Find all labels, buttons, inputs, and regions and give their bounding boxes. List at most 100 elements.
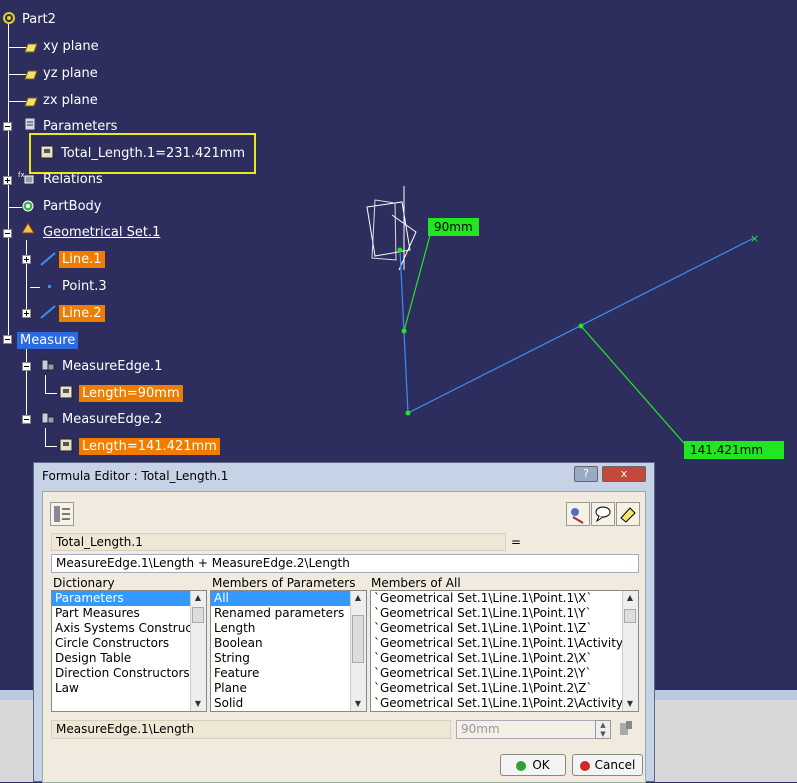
list-item[interactable]: Renamed parameters — [211, 606, 366, 621]
tree-item-measureedge2[interactable]: MeasureEdge.2 — [62, 412, 162, 427]
tree-connector — [45, 393, 57, 394]
formula-editor-dialog[interactable]: Formula Editor : Total_Length.1 ? x Tota… — [33, 462, 655, 783]
list-item[interactable]: `Geometrical Set.1\Line.1\Point.1\Z` — [371, 621, 638, 636]
list-item[interactable]: Feature — [211, 666, 366, 681]
collapse-parameters-toggle[interactable] — [3, 122, 12, 131]
tree-item-total-length[interactable]: Total_Length.1=231.421mm — [61, 146, 245, 161]
point-marker — [397, 247, 403, 253]
list-item[interactable]: Parameters — [52, 591, 206, 606]
tree-item-measure[interactable]: Measure — [17, 332, 79, 349]
list-item[interactable]: `Geometrical Set.1\Line.1\Point.1\Activi… — [371, 636, 638, 651]
list-item[interactable]: Direction Constructors — [52, 666, 206, 681]
list-item[interactable]: `Geometrical Set.1\Line.1\Point.2\Y` — [371, 666, 638, 681]
dictionary-scrollbar[interactable]: ▲ ▼ — [190, 591, 206, 711]
plane-icon[interactable] — [22, 41, 38, 55]
debug-icon[interactable] — [566, 502, 590, 526]
svg-text:fx: fx — [18, 171, 25, 179]
partbody-icon[interactable] — [20, 199, 36, 213]
measure-icon[interactable] — [40, 411, 56, 425]
help-button[interactable]: ? — [574, 466, 598, 482]
line-icon[interactable] — [40, 252, 56, 266]
measure-tool-icon[interactable] — [617, 719, 635, 739]
expand-line2-toggle[interactable] — [22, 309, 31, 318]
measure-icon[interactable] — [40, 358, 56, 372]
tree-connector — [26, 345, 27, 420]
list-item[interactable]: `Geometrical Set.1\Line.1\Point.2\Z` — [371, 681, 638, 696]
list-item[interactable]: String — [211, 651, 366, 666]
members-of-parameters-list[interactable]: All Renamed parameters Length Boolean St… — [210, 590, 367, 712]
tree-item-partbody[interactable]: PartBody — [43, 199, 101, 214]
comment-icon[interactable] — [591, 502, 615, 526]
dialog-title: Formula Editor : Total_Length.1 — [42, 469, 229, 483]
ok-button[interactable]: OK — [500, 754, 566, 776]
tree-item-line1[interactable]: Line.1 — [59, 251, 105, 268]
plane-icon[interactable] — [22, 95, 38, 109]
parameter-icon[interactable] — [40, 145, 56, 159]
formula-tree-icon[interactable] — [50, 502, 74, 526]
close-button[interactable]: x — [602, 466, 646, 482]
tree-item-parameters[interactable]: Parameters — [43, 119, 117, 134]
tree-item-line2[interactable]: Line.2 — [59, 305, 105, 322]
list-item[interactable]: Part Measures — [52, 606, 206, 621]
tree-connector — [45, 375, 46, 393]
expand-line1-toggle[interactable] — [22, 255, 31, 264]
dimension-label-141[interactable]: 141.421mm — [684, 441, 784, 459]
tree-connector — [45, 428, 46, 446]
members-of-all-list[interactable]: `Geometrical Set.1\Line.1\Point.1\X` `Ge… — [370, 590, 639, 712]
tree-connector — [45, 446, 57, 447]
parameters-icon[interactable] — [22, 117, 38, 131]
list-item[interactable]: Boolean — [211, 636, 366, 651]
tree-item-zx-plane[interactable]: zx plane — [43, 93, 98, 108]
selected-member-field: MeasureEdge.1\Length — [51, 720, 451, 739]
cancel-icon — [579, 760, 590, 771]
tree-item-geometrical-set[interactable]: Geometrical Set.1 — [43, 225, 160, 240]
members-parameters-scrollbar[interactable]: ▲ ▼ — [350, 591, 366, 711]
geoset-icon[interactable] — [20, 221, 36, 235]
eraser-icon[interactable] — [616, 502, 640, 526]
plane-icon[interactable] — [22, 68, 38, 82]
list-item[interactable]: `Geometrical Set.1\Line.1\Point.2\Activi… — [371, 696, 638, 711]
value-field: 90mm — [456, 720, 596, 739]
list-item[interactable]: `Geometrical Set.1\Line.1\Point.1\Y` — [371, 606, 638, 621]
list-item[interactable]: `Geometrical Set.1\Line.1\Point.2\X` — [371, 651, 638, 666]
cancel-button[interactable]: Cancel — [572, 754, 643, 776]
list-item[interactable]: Solid — [211, 696, 366, 711]
tree-item-relations[interactable]: Relations — [43, 172, 103, 187]
list-item[interactable]: Design Table — [52, 651, 206, 666]
collapse-measure-toggle[interactable] — [3, 335, 12, 344]
tree-item-yz-plane[interactable]: yz plane — [43, 66, 98, 81]
tree-item-measureedge1[interactable]: MeasureEdge.1 — [62, 359, 162, 374]
formula-input[interactable]: MeasureEdge.1\Length + MeasureEdge.2\Len… — [51, 554, 639, 573]
tree-item-length2[interactable]: Length=141.421mm — [79, 438, 220, 455]
line-icon[interactable] — [40, 305, 56, 319]
tree-item-part2[interactable]: Part2 — [22, 12, 56, 27]
expand-relations-toggle[interactable] — [3, 176, 12, 185]
point-icon[interactable] — [42, 280, 58, 294]
dictionary-list[interactable]: Parameters Part Measures Axis Systems Co… — [51, 590, 207, 712]
list-item[interactable]: Axis Systems Constructors — [52, 621, 206, 636]
cancel-label: Cancel — [594, 758, 636, 772]
parameter-icon[interactable] — [59, 438, 75, 452]
list-item[interactable]: `Geometrical Set.1\Line.1\Point.1\X` — [371, 591, 638, 606]
part-icon[interactable] — [1, 11, 17, 25]
list-item[interactable]: Circle Constructors — [52, 636, 206, 651]
list-item[interactable]: Plane — [211, 681, 366, 696]
relations-icon[interactable]: fx — [18, 170, 34, 184]
value-spinner[interactable]: ▲ ▼ — [595, 720, 611, 739]
collapse-geoset-toggle[interactable] — [3, 229, 12, 238]
point-marker — [401, 328, 407, 334]
collapse-measureedge1-toggle[interactable] — [22, 362, 31, 371]
ok-icon — [516, 760, 527, 771]
collapse-measureedge2-toggle[interactable] — [22, 415, 31, 424]
ok-label: OK — [532, 758, 550, 772]
dim2-leader — [580, 325, 691, 451]
list-item[interactable]: All — [211, 591, 366, 606]
tree-item-point3[interactable]: Point.3 — [62, 279, 107, 294]
parameter-icon[interactable] — [59, 385, 75, 399]
dimension-label-90[interactable]: 90mm — [428, 218, 479, 236]
tree-item-xy-plane[interactable]: xy plane — [43, 39, 99, 54]
tree-item-length1[interactable]: Length=90mm — [79, 385, 183, 402]
list-item[interactable]: Law — [52, 681, 206, 696]
list-item[interactable]: Length — [211, 621, 366, 636]
members-all-scrollbar[interactable]: ▲ ▼ — [622, 591, 638, 711]
